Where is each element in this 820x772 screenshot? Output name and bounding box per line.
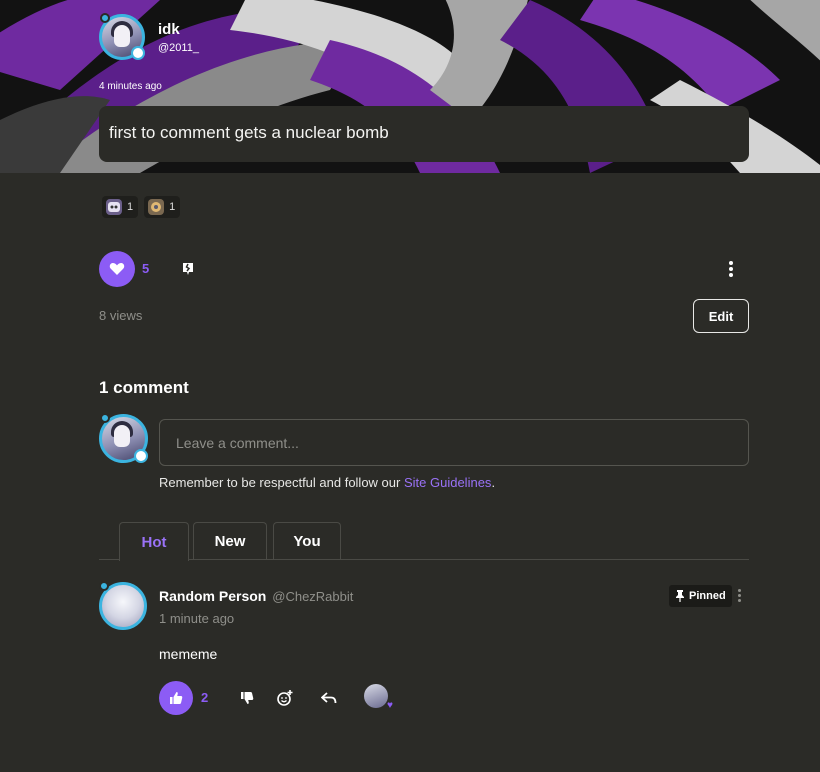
frame-ornament-icon — [100, 13, 110, 23]
commenter-handle: @ChezRabbit — [272, 589, 354, 604]
pinned-label: Pinned — [689, 590, 726, 602]
edit-button[interactable]: Edit — [693, 299, 749, 333]
author-handle: @2011_ — [158, 41, 199, 54]
avatar-face — [114, 425, 130, 447]
more-dot-icon — [737, 589, 741, 592]
guidelines-suffix: . — [491, 475, 496, 490]
reply-button[interactable] — [319, 688, 339, 708]
author-name[interactable]: idk — [158, 21, 199, 38]
comments-heading: 1 comment — [99, 378, 189, 397]
post-content: first to comment gets a nuclear bomb — [99, 106, 749, 162]
view-count: 8 views — [99, 308, 143, 323]
comment-sort-tabs: Hot New You — [99, 522, 749, 561]
reactions-bar: 1 1 — [102, 196, 181, 218]
comment-input[interactable] — [159, 419, 749, 466]
more-dot-icon — [737, 599, 741, 602]
reaction-count: 1 — [169, 201, 176, 213]
more-dot-icon — [729, 273, 733, 277]
comment-body: mememe — [159, 646, 218, 662]
comment-dislike-button[interactable] — [237, 688, 257, 708]
commenter-avatar[interactable] — [99, 581, 147, 630]
comment-time: 1 minute ago — [159, 611, 235, 626]
author-info: idk @2011_ — [158, 21, 199, 54]
post-more-button[interactable] — [724, 259, 738, 279]
author-avatar[interactable] — [99, 13, 145, 60]
like-button[interactable] — [99, 251, 135, 287]
tab-you[interactable]: You — [273, 522, 341, 560]
my-avatar-wrapper — [99, 413, 148, 463]
commenter-name[interactable]: Random Person — [159, 588, 266, 604]
reactor-avatar[interactable] — [364, 684, 388, 708]
site-guidelines-link[interactable]: Site Guidelines — [404, 475, 491, 490]
post-timestamp: 4 minutes ago — [99, 81, 162, 92]
frame-ornament-icon — [100, 413, 110, 423]
reply-arrow-icon — [321, 692, 337, 704]
avatar-badge-icon — [134, 449, 148, 463]
sticker-emoji-icon — [106, 199, 122, 215]
tab-new[interactable]: New — [193, 522, 267, 560]
like-count: 5 — [142, 261, 150, 276]
comment-like-button[interactable] — [159, 681, 193, 715]
sticker-gear-icon — [148, 199, 165, 215]
commenter-name-line: Random Person @ChezRabbit — [159, 588, 353, 604]
thumbs-up-icon — [170, 692, 183, 704]
add-emoji-icon — [277, 690, 293, 706]
reaction-count: 1 — [127, 201, 134, 213]
post-author[interactable]: idk @2011_ — [99, 13, 199, 60]
more-dot-icon — [737, 594, 741, 597]
reactor-heart-icon: ♥ — [387, 700, 393, 711]
reaction-chip[interactable]: 1 — [102, 196, 139, 218]
broken-heart-button[interactable] — [178, 259, 198, 279]
thumbs-down-icon — [241, 692, 254, 704]
current-user-avatar[interactable] — [99, 413, 148, 463]
add-reaction-button[interactable] — [275, 688, 295, 708]
tab-hot[interactable]: Hot — [119, 522, 189, 561]
guidelines-text: Remember to be respectful and follow our — [159, 475, 401, 490]
heart-icon — [109, 262, 125, 275]
pinned-badge: Pinned — [669, 585, 732, 607]
frame-ornament-icon — [99, 581, 109, 591]
avatar-face — [114, 25, 130, 47]
post-text: first to comment gets a nuclear bomb — [109, 123, 389, 142]
more-dot-icon — [729, 267, 733, 271]
avatar-badge-icon — [131, 46, 145, 60]
broken-heart-icon — [183, 263, 193, 275]
reaction-chip[interactable]: 1 — [144, 196, 181, 218]
guidelines-note: Remember to be respectful and follow our… — [159, 475, 495, 490]
pin-icon — [676, 590, 684, 602]
more-dot-icon — [729, 261, 733, 265]
comment-more-button[interactable] — [736, 589, 742, 602]
comment-like-count: 2 — [201, 690, 209, 705]
